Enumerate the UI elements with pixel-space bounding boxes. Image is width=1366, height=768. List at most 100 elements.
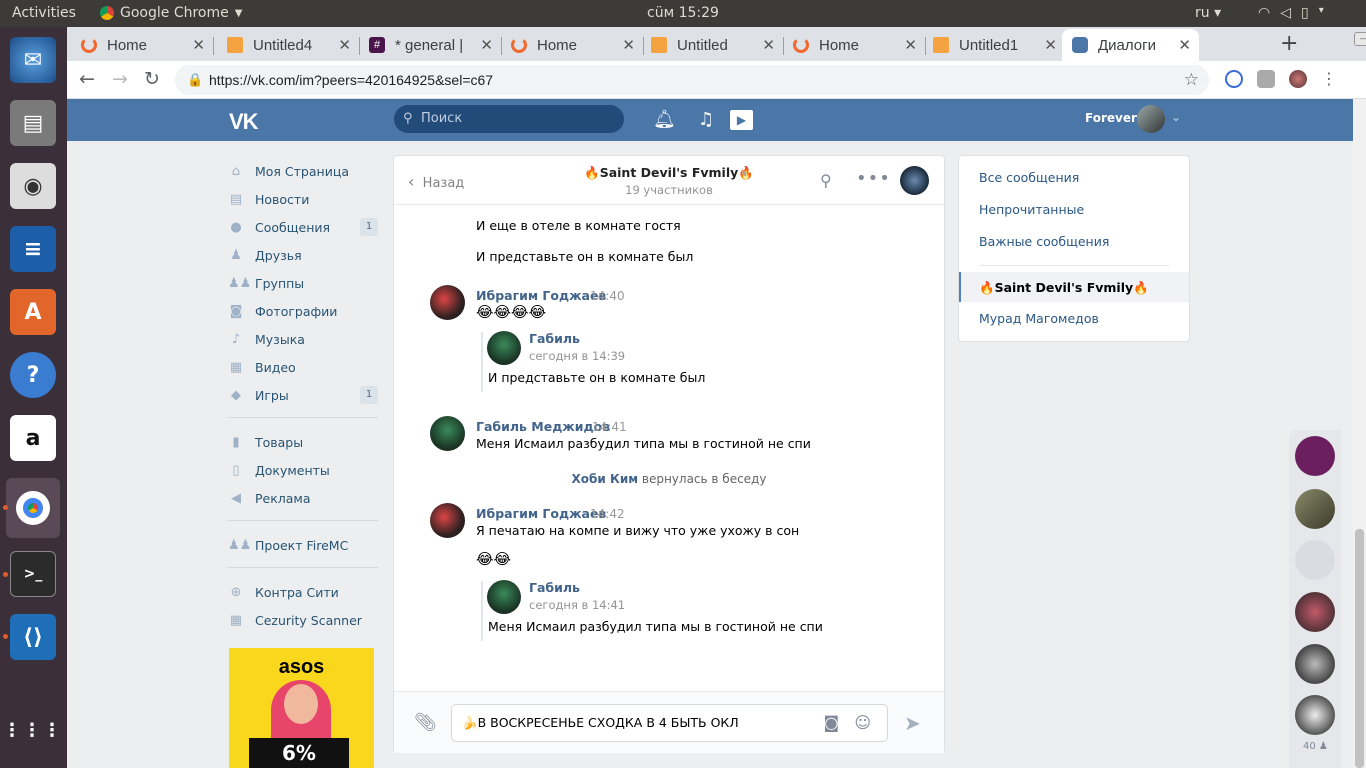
menu-item-friends[interactable]: ♟ Друзья — [228, 241, 378, 269]
vscode-icon[interactable]: ⟨⟩ — [10, 614, 56, 660]
tab-untitled4[interactable]: Untitled4 ✕ — [227, 29, 360, 61]
tab-home-3[interactable]: Home ✕ — [793, 29, 926, 61]
forwarded-author[interactable]: Габиль — [529, 331, 580, 346]
message-time[interactable]: 14:42 — [590, 507, 625, 521]
tab-home-2[interactable]: Home ✕ — [511, 29, 644, 61]
menu-item-cezurity[interactable]: ▦ Cezurity Scanner — [228, 606, 378, 634]
message-time[interactable]: 14:41 — [592, 420, 627, 434]
tab-slack-general[interactable]: # * general | ✕ — [369, 29, 502, 61]
close-icon[interactable]: ✕ — [622, 36, 635, 54]
software-center-icon[interactable]: A — [10, 289, 56, 335]
message-author[interactable]: Ибрагим Годжаев — [476, 288, 606, 303]
close-icon[interactable]: ✕ — [1178, 36, 1191, 54]
chat-avatar[interactable] — [1295, 644, 1335, 684]
tab-dialogs[interactable]: Диалоги ✕ — [1062, 29, 1199, 61]
menu-item-video[interactable]: ▦ Видео — [228, 353, 378, 381]
filter-important[interactable]: Важные сообщения — [979, 234, 1109, 249]
avatar[interactable] — [1137, 105, 1165, 133]
smile-icon[interactable]: ☺ — [854, 705, 871, 741]
minimize-icon[interactable]: — — [1354, 32, 1366, 46]
extension-icon[interactable] — [1257, 70, 1275, 88]
reload-icon[interactable]: ↻ — [144, 68, 160, 90]
message-author[interactable]: Габиль Меджидов — [476, 419, 610, 434]
url-field[interactable]: 🔒 https://vk.com/im?peers=420164925&sel=… — [175, 65, 1209, 95]
close-icon[interactable]: ✕ — [192, 36, 205, 54]
close-icon[interactable]: ✕ — [1044, 36, 1057, 54]
avatar[interactable] — [487, 580, 521, 614]
chat-avatar[interactable] — [1295, 489, 1335, 529]
camera-icon[interactable]: ◙ — [823, 705, 839, 741]
menu-dots-icon[interactable]: ⋮ — [1321, 70, 1337, 88]
menu-item-firemc[interactable]: ♟♟ Проект FireMC — [228, 531, 378, 559]
system-tray[interactable]: ◠ ◁ ▯ ▾ — [1258, 5, 1324, 21]
thunderbird-icon[interactable]: ✉ — [10, 37, 56, 83]
new-tab-button[interactable]: + — [1280, 31, 1298, 56]
show-apps-icon[interactable]: ⋮⋮⋮ — [3, 707, 61, 753]
chat-avatar[interactable] — [900, 166, 929, 195]
ad-banner[interactable]: asos 6% — [229, 648, 374, 768]
vk-logo[interactable]: VK — [229, 109, 259, 135]
chat-avatar[interactable] — [1295, 436, 1335, 476]
rhythmbox-icon[interactable]: ◉ — [10, 163, 56, 209]
service-user[interactable]: Хоби Ким — [572, 472, 639, 486]
chevron-down-icon[interactable]: ⌄ — [1171, 110, 1181, 124]
menu-item-my-page[interactable]: ⌂ Моя Страница — [228, 157, 378, 185]
writer-icon[interactable]: ≡ — [10, 226, 56, 272]
help-icon[interactable]: ? — [10, 352, 56, 398]
menu-item-photos[interactable]: ◙ Фотографии — [228, 297, 378, 325]
tab-home-1[interactable]: Home ✕ — [81, 29, 214, 61]
search-icon[interactable]: ⚲ — [820, 171, 832, 190]
close-icon[interactable]: ✕ — [762, 36, 775, 54]
play-icon[interactable]: ▶ — [730, 110, 753, 130]
menu-item-music[interactable]: ♪ Музыка — [228, 325, 378, 353]
message-input[interactable]: 🍌В ВОСКРЕСЕНЬЕ СХОДКА В 4 БЫТЬ ОКЛ ◙ ☺ — [451, 704, 888, 742]
app-menu[interactable]: Google Chrome ▼ — [100, 5, 242, 21]
chat-avatar[interactable] — [1295, 540, 1335, 580]
forwarded-author[interactable]: Габиль — [529, 580, 580, 595]
bell-icon[interactable]: 🔔︎ — [653, 109, 676, 130]
terminal-icon[interactable]: >_ — [10, 551, 56, 597]
menu-item-news[interactable]: ▤ Новости — [228, 185, 378, 213]
dialog-item[interactable]: Мурад Магомедов — [979, 311, 1099, 326]
scrollbar-thumb[interactable] — [1355, 529, 1364, 768]
chat-avatar[interactable] — [1295, 592, 1335, 632]
menu-item-ads[interactable]: ◀ Реклама — [228, 484, 378, 512]
more-dots-icon[interactable]: ••• — [856, 168, 891, 189]
forwarded-time[interactable]: сегодня в 14:39 — [529, 349, 625, 363]
chrome-launcher-icon[interactable] — [6, 478, 60, 538]
back-arrow-icon[interactable]: ← — [79, 68, 95, 90]
close-icon[interactable]: ✕ — [480, 36, 493, 54]
avatar[interactable] — [487, 331, 521, 365]
message-time[interactable]: 14:40 — [590, 289, 625, 303]
user-name[interactable]: Forever — [1085, 111, 1137, 125]
filter-unread[interactable]: Непрочитанные — [979, 202, 1084, 217]
tab-untitled1[interactable]: Untitled1 ✕ — [933, 29, 1065, 61]
menu-item-goods[interactable]: ▮ Товары — [228, 428, 378, 456]
message-author[interactable]: Ибрагим Годжаев — [476, 506, 606, 521]
menu-item-contra-city[interactable]: ⊕ Контра Сити — [228, 578, 378, 606]
forward-arrow-icon[interactable]: → — [112, 68, 128, 90]
menu-item-games[interactable]: ◆ Игры 1 — [228, 381, 378, 409]
avatar[interactable] — [430, 503, 465, 538]
paperclip-icon[interactable]: 📎︎ — [414, 712, 437, 733]
activities-button[interactable]: Activities — [12, 5, 76, 21]
music-icon[interactable]: ♫ — [698, 109, 714, 130]
send-icon[interactable]: ➤ — [904, 711, 921, 735]
files-icon[interactable]: ▤ — [10, 100, 56, 146]
close-icon[interactable]: ✕ — [338, 36, 351, 54]
page-scrollbar[interactable] — [1353, 99, 1366, 768]
menu-item-documents[interactable]: ▯ Документы — [228, 456, 378, 484]
chat-avatar[interactable] — [1295, 695, 1335, 735]
menu-item-groups[interactable]: ♟♟ Группы — [228, 269, 378, 297]
bookmark-star-icon[interactable]: ☆ — [1184, 65, 1199, 95]
profile-avatar[interactable] — [1289, 70, 1307, 88]
forwarded-time[interactable]: сегодня в 14:41 — [529, 598, 625, 612]
language-indicator[interactable]: ru ▾ — [1195, 5, 1221, 21]
close-icon[interactable]: ✕ — [904, 36, 917, 54]
avatar[interactable] — [430, 416, 465, 451]
filter-all-messages[interactable]: Все сообщения — [979, 170, 1079, 185]
avatar[interactable] — [430, 285, 465, 320]
dialog-item-selected[interactable]: 🔥Saint Devil's Fvmily🔥 — [959, 272, 1189, 302]
chats-count[interactable]: 40 ♟ — [1303, 741, 1328, 752]
search-input[interactable]: ⚲ Поиск — [394, 105, 624, 133]
